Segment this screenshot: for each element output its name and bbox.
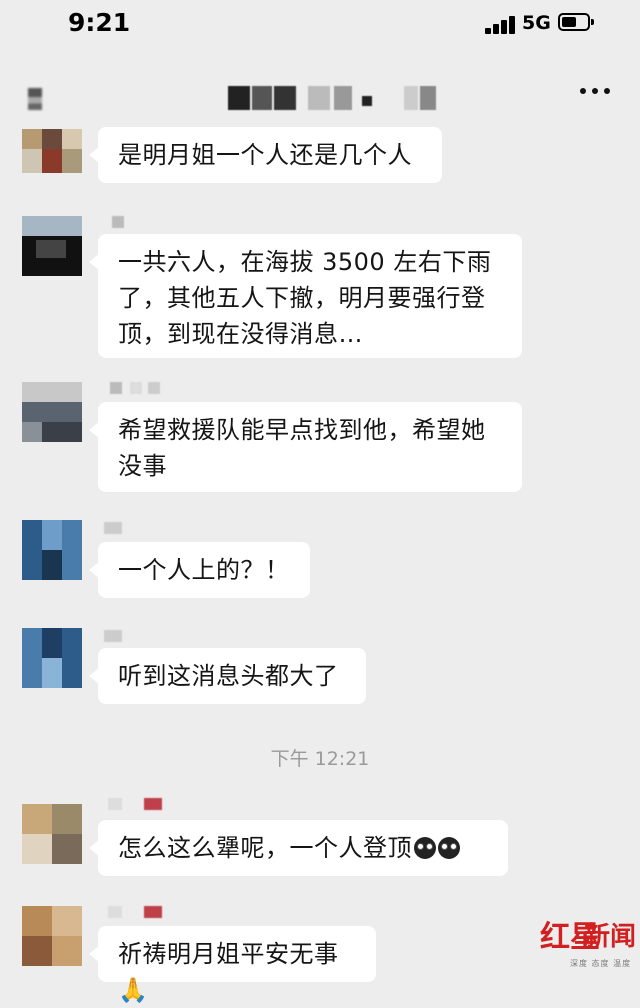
face-emoji-icon (414, 837, 436, 859)
back-button[interactable] (28, 88, 42, 110)
watermark-slogan: 深度 态度 温度 (570, 959, 632, 968)
nickname-blurred (104, 522, 164, 540)
message-bubble: 怎么这么犟呢，一个人登顶 (89, 820, 508, 876)
message-bubble: 希望救援队能早点找到他，希望她没事 (89, 402, 522, 492)
message-bubble: 是明月姐一个人还是几个人 (89, 127, 442, 183)
avatar[interactable] (22, 382, 82, 442)
network-label: 5G (522, 12, 551, 34)
nickname-blurred (104, 906, 164, 924)
avatar[interactable] (22, 216, 82, 276)
more-icon[interactable] (580, 88, 614, 96)
nickname-blurred (104, 382, 164, 400)
avatar[interactable] (22, 520, 82, 580)
message-bubble: 一个人上的？！ (89, 542, 310, 598)
status-time: 9:21 (68, 8, 131, 37)
nickname-blurred (104, 798, 164, 816)
message-bubble: 听到这消息头都大了 (89, 648, 366, 704)
avatar[interactable] (22, 628, 82, 688)
avatar[interactable] (22, 906, 82, 966)
status-bar: 9:21 5G (0, 0, 640, 50)
news-watermark-logo: 红星 新闻 深度 态度 温度 (540, 912, 640, 982)
avatar[interactable] (22, 804, 82, 864)
message-text: 怎么这么犟呢，一个人登顶 (118, 834, 412, 862)
chat-title-bar (0, 70, 640, 126)
signal-icon (485, 14, 517, 34)
chat-title-blurred (228, 86, 438, 110)
nickname-blurred (104, 630, 164, 648)
battery-icon (558, 13, 594, 31)
face-emoji-icon (438, 837, 460, 859)
watermark-name: 新闻 (584, 922, 637, 952)
message-bubble: 祈祷明月姐平安无事 🙏 (89, 926, 376, 1004)
avatar[interactable] (22, 129, 82, 173)
pray-emoji-icon: 🙏 (118, 976, 149, 1004)
time-divider: 下午 12:21 (270, 748, 370, 770)
message-text: 祈祷明月姐平安无事 (118, 940, 339, 968)
message-bubble: 一共六人，在海拔 3500 左右下雨了，其他五人下撤，明月要强行登顶，到现在没得… (89, 234, 522, 358)
nickname-blurred (104, 216, 164, 234)
